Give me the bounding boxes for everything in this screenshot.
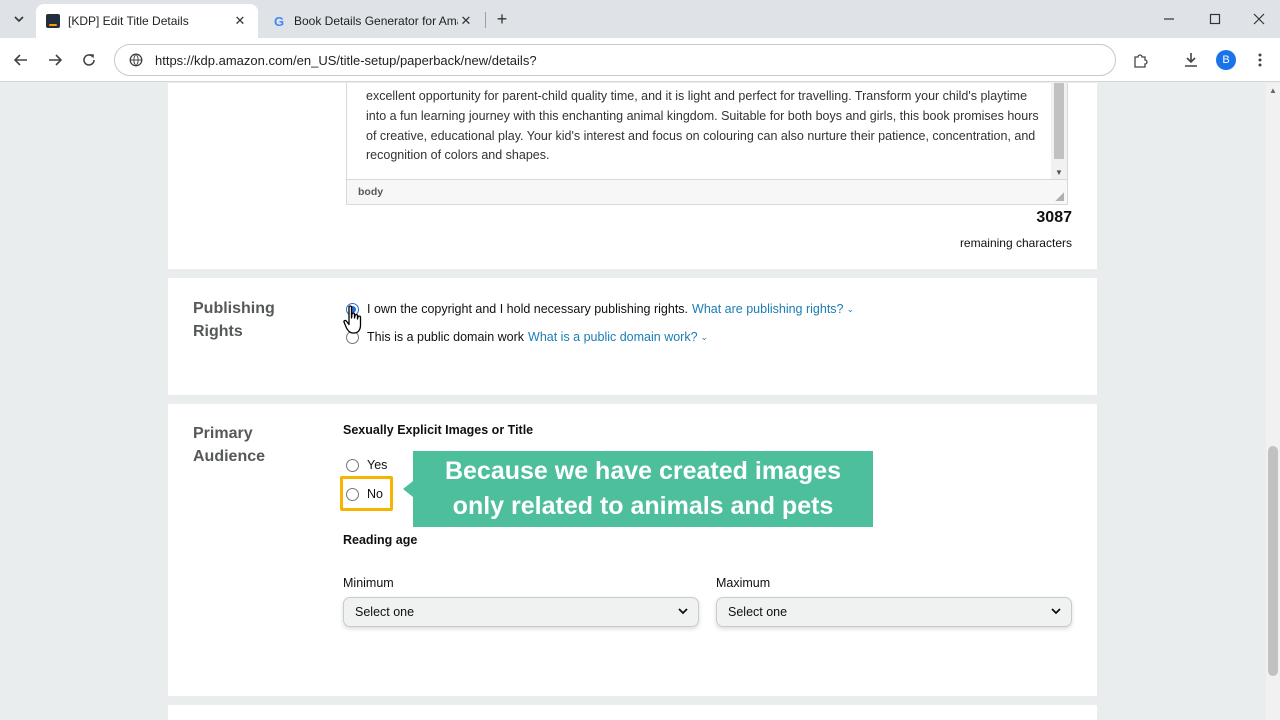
editor-scroll-thumb[interactable] <box>1054 83 1064 159</box>
public-domain-label[interactable]: This is a public domain work <box>367 330 524 344</box>
chevron-down-icon <box>14 16 24 23</box>
description-text[interactable]: excellent opportunity for parent-child q… <box>366 87 1046 166</box>
hand-cursor-icon <box>343 305 362 334</box>
maximize-button[interactable] <box>1204 8 1226 30</box>
tab-search-button[interactable] <box>8 8 30 30</box>
scroll-down-arrow-icon[interactable]: ▼ <box>1055 168 1063 177</box>
maximize-icon <box>1209 13 1221 25</box>
amazon-favicon-icon <box>46 14 60 28</box>
arrow-right-icon <box>49 54 62 66</box>
chevron-down-icon[interactable]: ⌄ <box>847 304 855 315</box>
tutorial-callout: Because we have created images only rela… <box>403 451 873 527</box>
explicit-yes-radio[interactable] <box>346 458 359 472</box>
url-bar[interactable]: https://kdp.amazon.com/en_US/title-setup… <box>114 44 1116 76</box>
explicit-yes-option[interactable]: Yes <box>346 458 387 472</box>
chevron-down-icon[interactable]: ⌄ <box>701 332 709 343</box>
reload-button[interactable] <box>78 49 100 71</box>
resize-grip-icon[interactable] <box>1055 192 1064 201</box>
close-icon[interactable]: ✕ <box>458 13 474 29</box>
editor-status-bar: body <box>347 179 1067 204</box>
explicit-yes-label[interactable]: Yes <box>367 458 387 472</box>
callout-line-1: Because we have created images <box>444 457 842 485</box>
no-option-highlight <box>340 476 393 511</box>
remaining-characters-label: remaining characters <box>959 236 1072 250</box>
puzzle-icon <box>1134 54 1148 68</box>
arrow-left-icon <box>14 54 27 66</box>
minimum-age-label: Minimum <box>343 576 394 590</box>
minimum-age-value: Select one <box>355 605 415 619</box>
reload-icon <box>83 54 95 66</box>
extensions-button[interactable] <box>1130 49 1152 71</box>
maximum-age-label: Maximum <box>716 576 771 590</box>
back-button[interactable] <box>10 49 32 71</box>
page-scroll-thumb[interactable] <box>1268 446 1278 676</box>
minimum-age-select[interactable]: Select one <box>343 597 699 627</box>
public-domain-option[interactable]: This is a public domain work What is a p… <box>346 330 708 344</box>
primary-audience-card: Primary Audience Sexually Explicit Image… <box>168 404 1097 696</box>
google-favicon-icon: G <box>273 13 285 29</box>
description-editor[interactable]: excellent opportunity for parent-child q… <box>346 83 1068 205</box>
editor-scrollbar[interactable]: ▼ <box>1051 83 1067 179</box>
browser-menu-button[interactable] <box>1249 49 1271 71</box>
page-viewport: excellent opportunity for parent-child q… <box>0 83 1266 720</box>
next-section-card <box>168 705 1097 720</box>
chevron-down-icon <box>678 608 688 615</box>
remaining-characters-count: 3087 <box>1036 209 1072 226</box>
publishing-rights-heading: Publishing Rights <box>193 300 275 340</box>
own-copyright-label[interactable]: I own the copyright and I hold necessary… <box>367 302 688 316</box>
tab-title: Book Details Generator for Ama <box>294 14 458 28</box>
tab-strip: [KDP] Edit Title Details ✕ G Book Detail… <box>0 0 1280 38</box>
own-copyright-option[interactable]: I own the copyright and I hold necessary… <box>346 302 854 316</box>
profile-avatar[interactable]: B <box>1216 50 1236 70</box>
minimize-icon <box>1164 18 1174 20</box>
minimize-button[interactable] <box>1158 8 1180 30</box>
site-info-icon[interactable] <box>121 53 151 67</box>
tab-book-details-generator[interactable]: G Book Details Generator for Ama ✕ <box>262 4 484 38</box>
explicit-content-label: Sexually Explicit Images or Title <box>343 423 534 437</box>
callout-line-2: only related to animals and pets <box>452 492 834 520</box>
tab-title: [KDP] Edit Title Details <box>68 14 189 28</box>
public-domain-help-link[interactable]: What is a public domain work? <box>528 330 698 344</box>
publishing-rights-card: Publishing Rights I own the copyright an… <box>168 278 1097 395</box>
kebab-menu-icon <box>1258 53 1262 67</box>
download-icon <box>1185 53 1197 67</box>
close-icon <box>1253 13 1265 25</box>
page-scrollbar[interactable]: ▲ <box>1266 83 1280 720</box>
maximum-age-select[interactable]: Select one <box>716 597 1072 627</box>
url-text: https://kdp.amazon.com/en_US/title-setup… <box>155 52 537 68</box>
description-card: excellent opportunity for parent-child q… <box>168 83 1097 269</box>
chevron-down-icon <box>1051 608 1061 615</box>
publishing-rights-help-link[interactable]: What are publishing rights? <box>692 302 843 316</box>
reading-age-label: Reading age <box>343 533 418 547</box>
downloads-button[interactable] <box>1180 49 1202 71</box>
new-tab-button[interactable]: + <box>492 9 512 29</box>
primary-audience-heading: Primary Audience <box>193 425 266 465</box>
address-toolbar: https://kdp.amazon.com/en_US/title-setup… <box>0 38 1280 82</box>
forward-button[interactable] <box>44 49 66 71</box>
close-icon[interactable]: ✕ <box>232 13 248 29</box>
tab-divider <box>485 12 486 28</box>
editor-element-path[interactable]: body <box>358 186 383 198</box>
tab-kdp-edit-title[interactable]: [KDP] Edit Title Details ✕ <box>36 4 258 38</box>
maximum-age-value: Select one <box>728 605 788 619</box>
scroll-up-arrow-icon[interactable]: ▲ <box>1269 86 1277 95</box>
window-close-button[interactable] <box>1248 8 1270 30</box>
